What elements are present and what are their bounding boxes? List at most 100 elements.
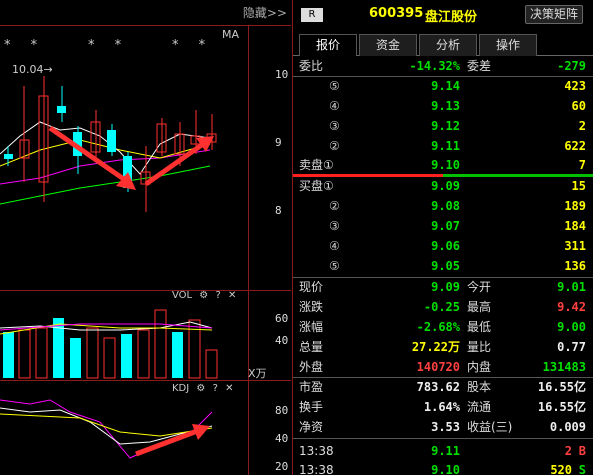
bid-level: ④ — [329, 239, 340, 253]
net-assets: 3.53 — [431, 420, 460, 434]
candle — [57, 86, 66, 122]
kline-chart-area[interactable]: 隐藏>> * * * * * * MA 10.04→ 10 9 8 VOL ⚙ … — [0, 0, 291, 475]
high-price: 9.42 — [557, 300, 586, 314]
quote-tabs: 报价 资金 分析 操作 — [293, 34, 593, 56]
candle — [156, 118, 167, 156]
decision-matrix-button[interactable]: 决策矩阵 — [525, 5, 584, 24]
ask-price: 9.12 — [431, 119, 460, 133]
stat-row: 涨跌 -0.25 最高 9.42 — [293, 297, 593, 317]
kdj-j-line — [0, 399, 213, 459]
stat-label: 流通 — [467, 400, 492, 414]
tab-analysis[interactable]: 分析 — [419, 34, 477, 56]
bid-volume: 15 — [571, 179, 586, 193]
chart-topbar: 隐藏>> — [0, 0, 291, 26]
volume-chart[interactable] — [0, 292, 248, 380]
stat-label: 量比 — [467, 340, 492, 354]
weibi-label: 委比 — [299, 59, 324, 73]
tab-operation[interactable]: 操作 — [479, 34, 537, 56]
stat-label: 内盘 — [467, 360, 492, 374]
bid-volume: 189 — [564, 199, 586, 213]
trade-tick-row: 13:38 9.11 2 B — [293, 441, 593, 461]
ask-price: 9.14 — [431, 79, 460, 93]
kdj-chart[interactable] — [0, 382, 248, 475]
bid-row[interactable]: ④ 9.06 311 — [293, 236, 593, 256]
ask-row[interactable]: ⑤ 9.14 423 — [293, 76, 593, 96]
price-tick: 8 — [275, 204, 282, 217]
candle — [38, 76, 49, 202]
candle — [107, 124, 116, 156]
tick-volume: 2 — [564, 444, 572, 458]
ask-row[interactable]: 卖盘① 9.10 7 — [293, 155, 593, 175]
bid-row[interactable]: ⑤ 9.05 136 — [293, 256, 593, 276]
stock-name: 盘江股份 — [425, 10, 478, 25]
kdj-tick: 40 — [275, 432, 289, 445]
ask-level: ③ — [329, 119, 340, 133]
stat-row: 净资 3.53 收益(三) 0.009 — [293, 417, 593, 437]
stock-title-bar: R 600395 盘江股份 决策矩阵 — [293, 0, 593, 28]
stat-label: 总量 — [299, 340, 324, 354]
bid-row[interactable]: ③ 9.07 184 — [293, 216, 593, 236]
weicha-label: 委差 — [467, 59, 492, 73]
bid-price: 9.07 — [431, 219, 460, 233]
stat-label: 换手 — [299, 400, 324, 414]
bid-price: 9.05 — [431, 259, 460, 273]
ask-volume: 2 — [578, 119, 586, 133]
divider — [293, 438, 593, 439]
stat-row: 换手 1.64% 流通 16.55亿 — [293, 397, 593, 417]
stat-label: 外盘 — [299, 360, 324, 374]
stat-label: 净资 — [299, 420, 324, 434]
ask-row[interactable]: ③ 9.12 2 — [293, 116, 593, 136]
price-axis: 10 9 8 — [248, 26, 291, 290]
tick-price: 9.11 — [431, 444, 460, 458]
turnover-rate: 1.64% — [423, 400, 460, 414]
ask-volume: 423 — [564, 79, 586, 93]
stat-row: 市盈 783.62 股本 16.55亿 — [293, 377, 593, 397]
tick-time: 13:38 — [299, 463, 334, 475]
stat-label: 市盈 — [299, 380, 324, 394]
tick-price: 9.10 — [431, 463, 460, 475]
ask-price: 9.10 — [431, 158, 460, 172]
stat-label: 涨跌 — [299, 300, 324, 314]
stat-row: 涨幅 -2.68% 最低 9.00 — [293, 317, 593, 337]
vol-tick: 40 — [275, 334, 289, 347]
change-percent: -2.68% — [416, 320, 460, 334]
bid-level: ③ — [329, 219, 340, 233]
ask-level: ② — [329, 139, 340, 153]
ask-level: ④ — [329, 99, 340, 113]
open-price: 9.01 — [557, 280, 586, 294]
bid-level: ⑤ — [329, 259, 340, 273]
ask-level: ⑤ — [329, 79, 340, 93]
current-price: 9.09 — [431, 280, 460, 294]
bid-price: 9.09 — [431, 179, 460, 193]
ask-volume: 60 — [571, 99, 586, 113]
low-price: 9.00 — [557, 320, 586, 334]
bid-row[interactable]: 买盘① 9.09 15 — [293, 176, 593, 196]
ask-row[interactable]: ② 9.11 622 — [293, 136, 593, 156]
bid-price: 9.08 — [431, 199, 460, 213]
vol-tick: 60 — [275, 312, 289, 325]
bid-volume: 184 — [564, 219, 586, 233]
ask-row[interactable]: ④ 9.13 60 — [293, 96, 593, 116]
trade-tick-row: 13:38 9.10 520 S — [293, 460, 593, 475]
rzrq-badge: R — [301, 8, 323, 22]
earnings: 0.009 — [549, 420, 586, 434]
tick-side: S — [578, 463, 586, 475]
tab-funds[interactable]: 资金 — [359, 34, 417, 56]
change-value: -0.25 — [423, 300, 460, 314]
ask-volume: 622 — [564, 139, 586, 153]
total-volume: 27.22万 — [411, 340, 460, 354]
price-tick: 10 — [275, 68, 289, 81]
ask-volume: 7 — [578, 158, 586, 172]
candlestick-chart[interactable] — [0, 26, 248, 290]
float-shares: 16.55亿 — [537, 400, 586, 414]
vol-unit-label: X万 — [248, 367, 267, 380]
kdj-up-arrow-annotation — [135, 424, 210, 457]
bid-row[interactable]: ② 9.08 189 — [293, 196, 593, 216]
weibi-value: -14.32% — [409, 59, 460, 73]
hide-panel-button[interactable]: 隐藏>> — [243, 4, 287, 21]
tab-quote[interactable]: 报价 — [299, 34, 357, 56]
total-shares: 16.55亿 — [537, 380, 586, 394]
price-tick: 9 — [275, 136, 282, 149]
volume-ratio: 0.77 — [557, 340, 586, 354]
stat-label: 最低 — [467, 320, 492, 334]
